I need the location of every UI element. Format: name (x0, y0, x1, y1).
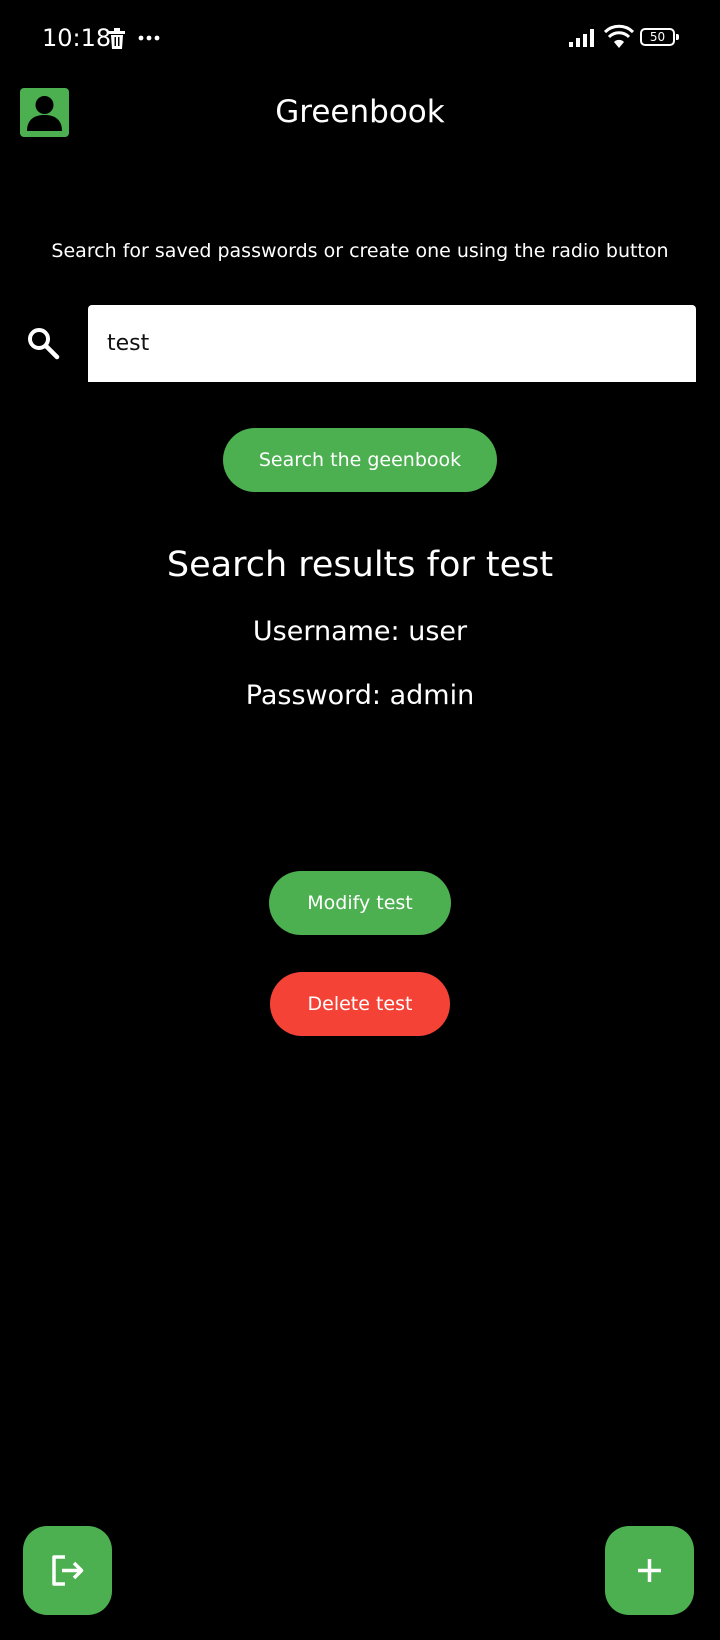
result-username: Username: user (252, 616, 468, 647)
battery-icon: 50 (640, 28, 680, 48)
logout-button[interactable] (23, 1526, 112, 1615)
status-bar: 10:18 50 (0, 0, 720, 80)
add-button[interactable] (605, 1526, 694, 1615)
plus-icon (638, 1559, 661, 1582)
logout-icon (52, 1555, 84, 1586)
app-title: Greenbook (275, 94, 445, 130)
account-box-icon (27, 96, 62, 131)
search-input[interactable] (88, 305, 696, 382)
result-password: Password: admin (245, 680, 475, 711)
more-dots-icon (138, 35, 160, 41)
modify-button[interactable]: Modify test (269, 871, 451, 935)
search-button[interactable]: Search the geenbook (223, 428, 497, 492)
wifi-icon (604, 24, 634, 48)
battery-level: 50 (640, 28, 675, 46)
instructions-text: Search for saved passwords or create one… (51, 240, 669, 262)
signal-icon (569, 29, 594, 47)
results-heading: Search results for test (166, 545, 554, 585)
profile-button[interactable] (20, 88, 69, 137)
search-icon (28, 328, 60, 360)
trash-icon (109, 28, 125, 49)
delete-button[interactable]: Delete test (270, 972, 450, 1036)
battery-tip (676, 34, 679, 40)
status-time: 10:18 (42, 24, 112, 52)
